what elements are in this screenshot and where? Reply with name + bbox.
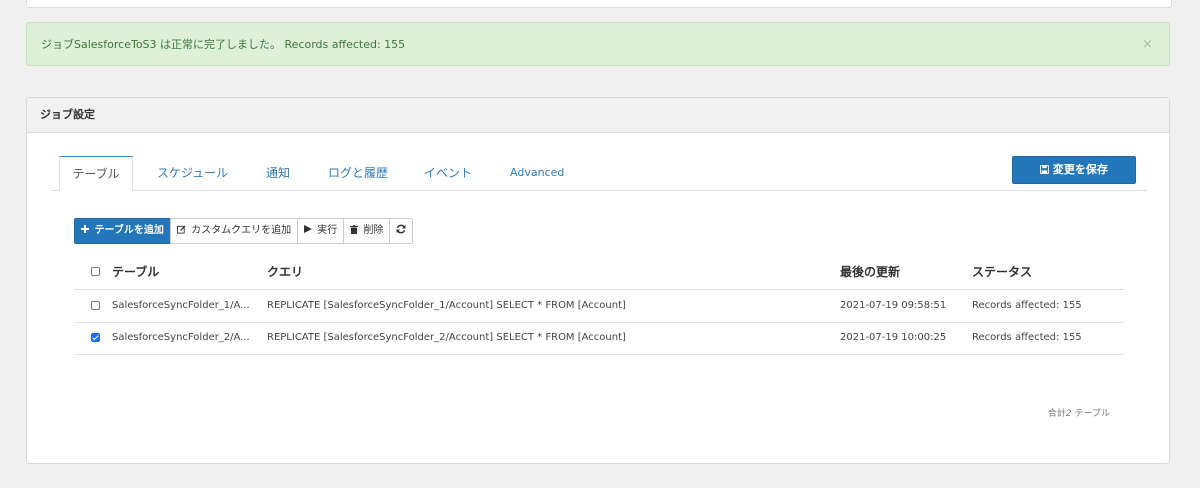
run-label: 実行 — [317, 225, 338, 236]
close-icon[interactable]: × — [1142, 23, 1153, 67]
refresh-button[interactable] — [389, 218, 414, 244]
row-table-name: SalesforceSyncFolder_1/A... — [112, 300, 250, 311]
total-table-count: 合計2 テーブル — [1048, 406, 1110, 419]
add-table-button[interactable]: テーブルを追加 — [74, 218, 171, 244]
column-header-table[interactable]: テーブル — [112, 255, 159, 289]
tab-tables[interactable]: テーブル — [59, 156, 133, 191]
table-header: テーブル クエリ 最後の更新 ステータス — [74, 255, 1124, 290]
job-settings-panel: ジョブ設定 テーブル スケジュール 通知 ログと履歴 イベント Advanced… — [26, 97, 1170, 464]
delete-button[interactable]: 削除 — [343, 218, 391, 244]
table-toolbar: テーブルを追加 カスタムクエリを追加 実行 削除 — [74, 218, 414, 244]
row-query: REPLICATE [SalesforceSyncFolder_1/Accoun… — [267, 300, 626, 311]
column-header-query[interactable]: クエリ — [267, 255, 303, 289]
tab-advanced[interactable]: Advanced — [510, 156, 564, 190]
row-table-name: SalesforceSyncFolder_2/A... — [112, 332, 250, 343]
row-checkbox[interactable] — [91, 333, 100, 342]
total-suffix: テーブル — [1074, 409, 1110, 419]
row-last-updated: 2021-07-19 10:00:25 — [840, 332, 947, 343]
total-prefix: 合計 — [1047, 409, 1066, 419]
play-icon — [304, 225, 315, 236]
select-all-checkbox[interactable] — [91, 267, 100, 276]
panel-title: ジョブ設定 — [27, 98, 1169, 133]
save-changes-button[interactable]: 変更を保存 — [1012, 156, 1136, 184]
column-header-last-updated[interactable]: 最後の更新 — [840, 255, 900, 289]
refresh-icon — [396, 224, 406, 236]
alert-message: ジョブSalesforceToS3 は正常に完了しました。 Records af… — [41, 38, 406, 51]
add-table-label: テーブルを追加 — [94, 225, 164, 236]
row-query: REPLICATE [SalesforceSyncFolder_2/Accoun… — [267, 332, 626, 343]
table-row[interactable]: SalesforceSyncFolder_1/A... REPLICATE [S… — [74, 290, 1124, 323]
plus-icon — [81, 225, 92, 236]
edit-icon — [176, 225, 189, 236]
tab-notifications[interactable]: 通知 — [266, 156, 290, 190]
trash-icon — [350, 225, 361, 236]
tab-logs-history[interactable]: ログと履歴 — [328, 156, 388, 190]
tab-events[interactable]: イベント — [424, 156, 472, 190]
row-status: Records affected: 155 — [972, 332, 1082, 343]
tab-schedule[interactable]: スケジュール — [157, 156, 228, 190]
row-status: Records affected: 155 — [972, 300, 1082, 311]
row-last-updated: 2021-07-19 09:58:51 — [840, 300, 947, 311]
add-custom-query-label: カスタムクエリを追加 — [191, 225, 292, 236]
column-header-status[interactable]: ステータス — [972, 255, 1032, 289]
run-button[interactable]: 実行 — [297, 218, 345, 244]
success-alert: ジョブSalesforceToS3 は正常に完了しました。 Records af… — [26, 22, 1170, 66]
floppy-disk-icon — [1040, 163, 1053, 176]
table-row[interactable]: SalesforceSyncFolder_2/A... REPLICATE [S… — [74, 322, 1124, 355]
row-checkbox[interactable] — [91, 301, 100, 310]
total-count: 2 — [1065, 409, 1072, 419]
save-changes-label: 変更を保存 — [1052, 163, 1108, 176]
tab-bar: テーブル スケジュール 通知 ログと履歴 イベント Advanced — [51, 156, 1147, 191]
top-panel-edge — [26, 0, 1172, 8]
delete-label: 削除 — [363, 225, 384, 236]
add-custom-query-button[interactable]: カスタムクエリを追加 — [169, 218, 299, 244]
